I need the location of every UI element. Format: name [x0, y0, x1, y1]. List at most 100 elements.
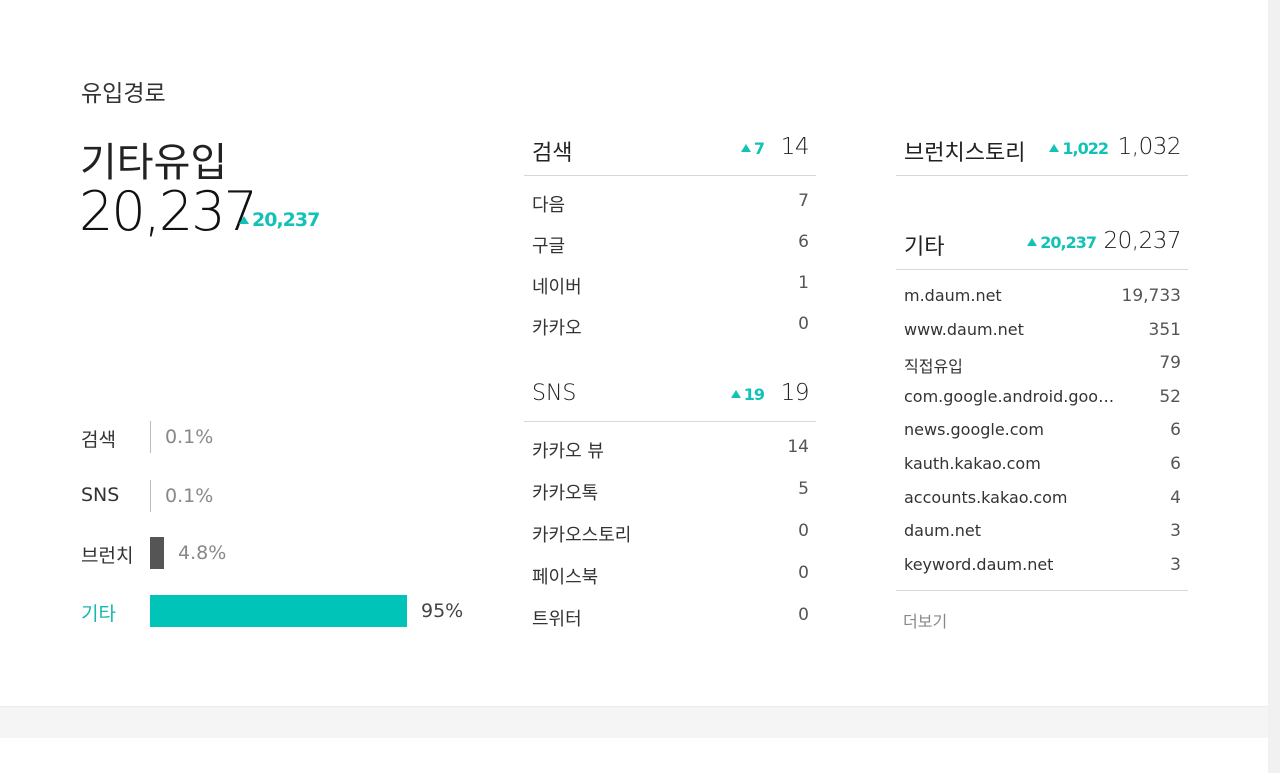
- section-divider: [0, 707, 1268, 738]
- share-label: 기타: [81, 603, 116, 625]
- main-delta-value: 20,237: [252, 209, 320, 231]
- item-value: 3: [1170, 521, 1181, 542]
- item-value: 4: [1170, 487, 1181, 508]
- next-card: [0, 738, 1268, 773]
- list-item: 구글 6: [524, 232, 816, 273]
- block-delta-value: 20,237: [1040, 233, 1097, 252]
- item-name: keyword.daum.net: [904, 554, 1054, 574]
- share-row-search: 검색 0.1%: [81, 421, 481, 453]
- list-item: 카카오 0: [524, 314, 816, 355]
- share-pct: 0.1%: [165, 485, 214, 507]
- etc-block-header: 기타 20,237 20,237: [896, 221, 1188, 270]
- more-section: 더보기: [896, 590, 1188, 631]
- item-name: m.daum.net: [904, 286, 1002, 305]
- block-delta: 20,237: [1027, 233, 1097, 252]
- share-row-sns: SNS 0.1%: [81, 480, 481, 512]
- item-name: 카카오톡: [532, 483, 599, 504]
- item-name: kauth.kakao.com: [904, 453, 1041, 473]
- item-value: 0: [798, 521, 809, 541]
- list-item: keyword.daum.net 3: [896, 555, 1188, 589]
- item-value: 1: [798, 273, 809, 293]
- item-value: 14: [787, 437, 809, 457]
- block-title: 브런치스토리: [904, 141, 1026, 166]
- inflow-card: 유입경로 기타유입 20,237 20,237 검색 0.1% SNS 0.1%…: [0, 0, 1268, 707]
- list-item: daum.net 3: [896, 521, 1188, 555]
- item-value: 79: [1159, 353, 1181, 374]
- item-value: 0: [798, 314, 809, 334]
- list-item: news.google.com 6: [896, 420, 1188, 454]
- share-row-etc: 기타 95%: [81, 595, 481, 627]
- item-value: 6: [798, 232, 809, 252]
- up-triangle-icon: [1027, 238, 1038, 246]
- block-title: 기타: [904, 235, 945, 260]
- block-delta-value: 7: [753, 139, 765, 158]
- list-item: 네이버 1: [524, 273, 816, 314]
- item-name: 트위터: [532, 609, 582, 630]
- item-value: 6: [1170, 420, 1181, 441]
- block-delta: 7: [740, 139, 765, 158]
- sns-block: SNS 19 19 카카오 뷰 14 카카오톡 5 카카오스토리 0 페이스북 …: [524, 373, 816, 647]
- share-label: 검색: [81, 429, 116, 451]
- block-title: SNS: [532, 381, 577, 406]
- item-value: 5: [798, 479, 809, 499]
- item-name: 네이버: [532, 277, 582, 298]
- block-total: 20,237: [1103, 228, 1182, 254]
- item-name: 구글: [532, 236, 566, 257]
- item-name: 카카오스토리: [532, 525, 632, 546]
- share-pct: 4.8%: [178, 542, 227, 564]
- share-label: 브런치: [81, 545, 134, 567]
- list-item: accounts.kakao.com 4: [896, 488, 1188, 522]
- share-bar: [150, 421, 151, 453]
- share-bar: [150, 595, 407, 627]
- block-total: 1,032: [1117, 134, 1182, 160]
- list-item: 직접유입 79: [896, 353, 1188, 387]
- list-item: 카카오톡 5: [524, 479, 816, 521]
- item-name: 직접유입: [904, 357, 963, 377]
- block-delta-value: 1,022: [1062, 139, 1109, 158]
- up-triangle-icon: [740, 144, 751, 152]
- item-name: 다음: [532, 195, 566, 216]
- list-item: m.daum.net 19,733: [896, 286, 1188, 320]
- block-delta: 19: [730, 385, 765, 404]
- list-item: 다음 7: [524, 191, 816, 232]
- more-link[interactable]: 더보기: [903, 608, 947, 632]
- item-value: 0: [798, 605, 809, 625]
- section-title: 유입경로: [81, 81, 166, 107]
- list-item: www.daum.net 351: [896, 320, 1188, 354]
- main-source-delta: 20,237: [239, 209, 320, 231]
- up-triangle-icon: [1049, 144, 1060, 152]
- share-bar: [150, 480, 151, 512]
- list-item: com.google.android.goo… 52: [896, 387, 1188, 421]
- brunch-block-header: 브런치스토리 1,022 1,032: [896, 127, 1188, 176]
- etc-block: 기타 20,237 20,237 m.daum.net 19,733 www.d…: [896, 221, 1188, 588]
- share-pct: 0.1%: [165, 426, 214, 448]
- block-total: 14: [780, 134, 810, 160]
- main-source-total: 20,237: [79, 180, 258, 243]
- list-item: kauth.kakao.com 6: [896, 454, 1188, 488]
- item-name: 카카오 뷰: [532, 441, 604, 462]
- item-value: 19,733: [1121, 286, 1181, 306]
- scrollbar[interactable]: [1268, 0, 1280, 773]
- item-name: com.google.android.goo…: [904, 386, 1115, 406]
- item-name: 페이스북: [532, 567, 599, 588]
- item-value: 0: [798, 563, 809, 583]
- list-item: 카카오 뷰 14: [524, 437, 816, 479]
- block-total: 19: [780, 380, 810, 406]
- list-item: 카카오스토리 0: [524, 521, 816, 563]
- up-triangle-icon: [239, 216, 249, 224]
- item-value: 351: [1148, 319, 1181, 340]
- sns-block-header: SNS 19 19: [524, 373, 816, 422]
- item-name: daum.net: [904, 521, 982, 541]
- item-name: news.google.com: [904, 420, 1044, 440]
- item-name: www.daum.net: [904, 319, 1024, 339]
- brunch-block: 브런치스토리 1,022 1,032: [896, 127, 1188, 176]
- block-delta: 1,022: [1049, 139, 1109, 158]
- share-bar: [150, 537, 164, 569]
- list-item: 페이스북 0: [524, 563, 816, 605]
- list-item: 트위터 0: [524, 605, 816, 647]
- item-name: accounts.kakao.com: [904, 487, 1068, 507]
- share-label: SNS: [81, 484, 120, 506]
- share-pct: 95%: [421, 600, 464, 622]
- item-value: 52: [1159, 386, 1181, 407]
- block-title: 검색: [532, 141, 573, 166]
